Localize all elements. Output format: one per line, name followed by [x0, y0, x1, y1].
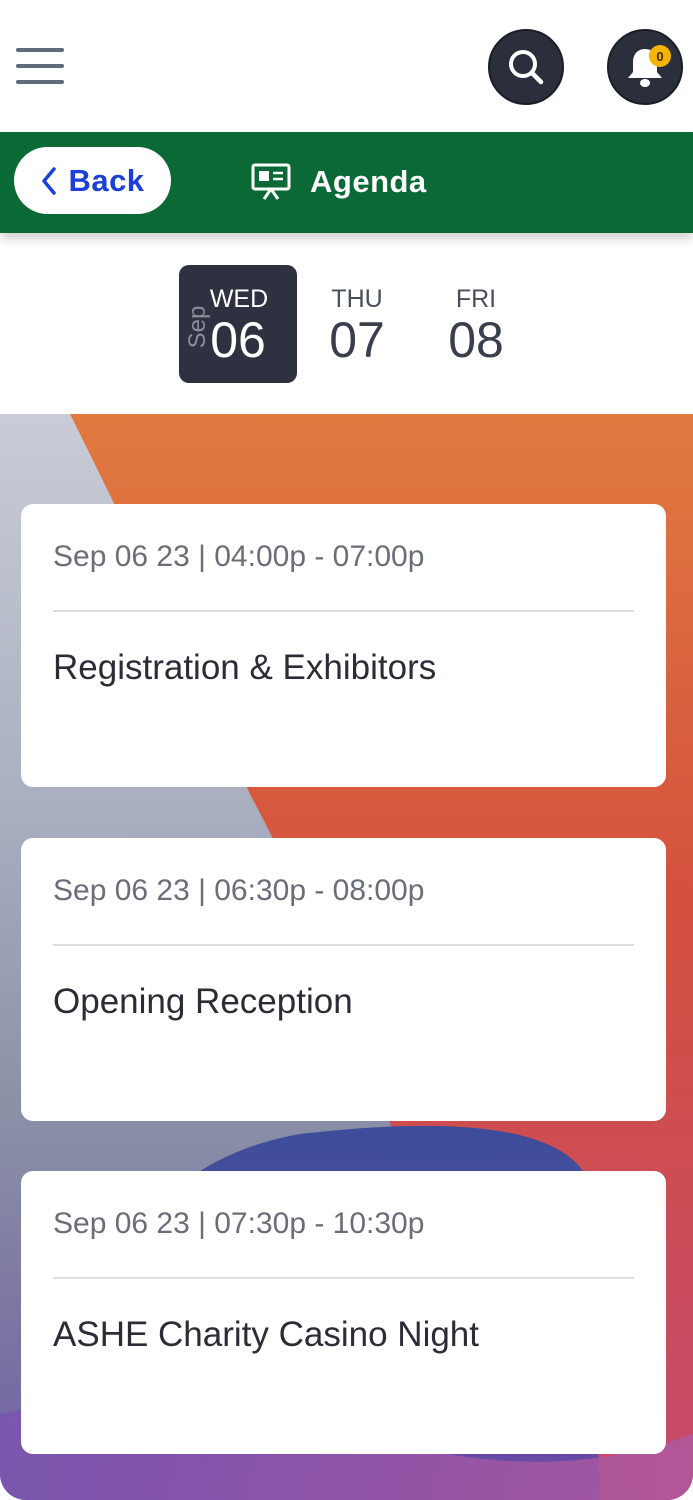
top-header: 0 [0, 0, 693, 132]
date-tab-wed-06[interactable]: Sep WED 06 [179, 265, 297, 383]
hamburger-menu-icon[interactable] [16, 48, 64, 86]
presentation-board-icon [251, 163, 291, 200]
menu-line [16, 48, 64, 52]
date-tab-thu-07[interactable]: THU 07 [298, 265, 416, 383]
day-of-week: FRI [455, 285, 497, 313]
session-time: Sep 06 23 | 07:30p - 10:30p [53, 1207, 425, 1240]
card-divider [53, 944, 634, 946]
agenda-list[interactable]: Sep 06 23 | 04:00p - 07:00p Registration… [0, 414, 693, 1500]
menu-line [16, 80, 64, 84]
title-bar: Back Agenda [0, 132, 693, 233]
session-time: Sep 06 23 | 06:30p - 08:00p [53, 874, 425, 907]
day-of-week: WED [209, 285, 269, 313]
back-label: Back [68, 162, 145, 198]
day-number: 07 [329, 312, 385, 368]
day-number: 06 [210, 312, 266, 368]
day-number: 08 [448, 312, 504, 368]
session-time: Sep 06 23 | 04:00p - 07:00p [53, 540, 425, 573]
session-title: Registration & Exhibitors [53, 648, 437, 687]
session-card[interactable]: Sep 06 23 | 04:00p - 07:00p Registration… [21, 504, 666, 787]
card-divider [53, 1277, 634, 1279]
date-tab-fri-08[interactable]: FRI 08 [417, 265, 535, 383]
notification-badge: 0 [649, 45, 671, 67]
search-button[interactable] [488, 29, 564, 105]
chevron-left-icon [42, 166, 57, 195]
card-divider [53, 610, 634, 612]
search-icon [509, 50, 544, 85]
session-title: Opening Reception [53, 982, 353, 1021]
day-of-week: THU [331, 285, 383, 313]
back-button[interactable]: Back [14, 147, 171, 214]
page-title: Agenda [310, 164, 427, 199]
page-heading: Agenda [250, 160, 427, 204]
session-card[interactable]: Sep 06 23 | 07:30p - 10:30p ASHE Charity… [21, 1171, 666, 1454]
notifications-button[interactable]: 0 [607, 29, 683, 105]
menu-line [16, 64, 64, 68]
session-card[interactable]: Sep 06 23 | 06:30p - 08:00p Opening Rece… [21, 838, 666, 1121]
date-selector: Sep WED 06 THU 07 FRI 08 [0, 233, 693, 414]
session-title: ASHE Charity Casino Night [53, 1315, 479, 1354]
